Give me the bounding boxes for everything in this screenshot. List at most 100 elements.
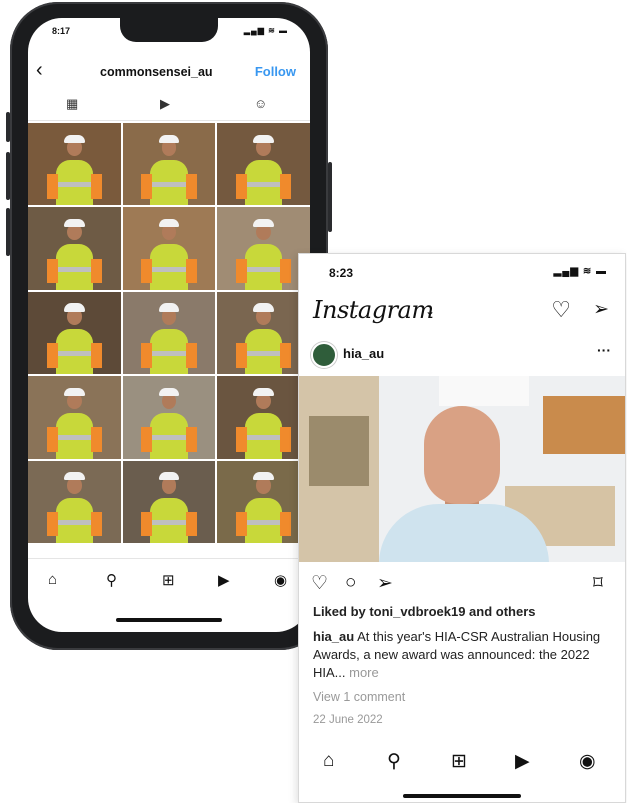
post-actions: ♡ ○ ➢ ⌑ xyxy=(299,572,625,596)
share-icon[interactable]: ➢ xyxy=(377,572,393,595)
avatar[interactable] xyxy=(311,342,337,368)
thumbnail-stripe xyxy=(150,182,188,188)
more-options-icon[interactable]: ··· xyxy=(597,342,611,358)
thumbnail-stripe xyxy=(55,266,93,272)
grid-thumbnail[interactable] xyxy=(28,123,121,206)
grid-thumbnail[interactable] xyxy=(122,291,216,375)
grid-icon[interactable]: ▦ xyxy=(66,96,78,112)
caption-username[interactable]: hia_au xyxy=(313,629,354,644)
post-header: hia_au ··· xyxy=(299,340,625,370)
caption-more-link[interactable]: more xyxy=(346,665,379,680)
phone-volume-up xyxy=(6,152,10,200)
add-post-icon[interactable]: ⊞ xyxy=(451,750,467,773)
home-icon[interactable]: ⌂ xyxy=(48,571,57,588)
thumbnail-sleeve xyxy=(235,258,247,284)
photo-window xyxy=(439,376,529,406)
home-icon[interactable]: ⌂ xyxy=(323,750,334,772)
photo-shelf xyxy=(309,416,369,486)
grid-thumbnail[interactable] xyxy=(217,123,310,206)
feed-screen: 8:23 ▂▄▆ ≋ ▬ Instagram ⌄ ♡ ➢ hia_au ··· … xyxy=(298,253,626,803)
thumbnail-sleeve xyxy=(141,511,153,537)
post-image[interactable] xyxy=(299,376,625,562)
grid-thumbnail[interactable] xyxy=(217,291,310,375)
thumbnail-stripe xyxy=(55,519,93,525)
likes-summary[interactable]: Liked by toni_vdbroek19 and others xyxy=(313,604,536,619)
thumbnail-sleeve xyxy=(141,174,153,199)
thumbnail-sleeve xyxy=(91,258,103,284)
thumbnail-hardhat xyxy=(64,134,85,143)
thumbnail-hardhat xyxy=(253,472,274,481)
thumbnail-sleeve xyxy=(280,427,292,453)
comment-icon[interactable]: ○ xyxy=(345,572,356,594)
view-comments-link[interactable]: View 1 comment xyxy=(313,690,405,704)
reels-nav-icon[interactable]: ▶ xyxy=(515,750,530,773)
activity-heart-icon[interactable]: ♡ xyxy=(551,297,571,323)
thumbnail-sleeve xyxy=(46,342,58,368)
thumbnail-sleeve xyxy=(185,427,197,453)
thumbnail-sleeve xyxy=(46,258,58,284)
thumbnail-hardhat xyxy=(253,134,274,143)
add-post-icon[interactable]: ⊞ xyxy=(162,571,175,589)
thumbnail-stripe xyxy=(245,435,283,441)
post-date: 22 June 2022 xyxy=(313,714,383,726)
profile-icon[interactable]: ◉ xyxy=(579,750,596,773)
thumbnail-sleeve xyxy=(280,511,292,537)
thumbnail-sleeve xyxy=(141,427,153,453)
thumbnail-sleeve xyxy=(91,342,103,368)
thumbnail-stripe xyxy=(150,519,188,525)
grid-thumbnail[interactable] xyxy=(217,207,310,290)
back-icon[interactable]: ‹ xyxy=(36,59,43,82)
thumbnail-sleeve xyxy=(141,342,153,368)
grid-thumbnail[interactable] xyxy=(28,207,121,290)
profile-icon[interactable]: ◉ xyxy=(274,571,287,589)
tagged-icon[interactable]: ☺ xyxy=(254,96,267,111)
thumbnail-stripe xyxy=(55,351,93,357)
post-caption: hia_au At this year's HIA-CSR Australian… xyxy=(313,628,613,682)
status-time: 8:17 xyxy=(52,26,71,36)
grid-thumbnail[interactable] xyxy=(122,460,216,543)
thumbnail-stripe xyxy=(245,182,283,188)
thumbnail-stripe xyxy=(55,435,93,441)
search-icon[interactable]: ⚲ xyxy=(106,571,117,589)
home-indicator xyxy=(403,794,521,798)
phone-volume-down xyxy=(6,208,10,256)
like-icon[interactable]: ♡ xyxy=(311,572,328,595)
direct-message-icon[interactable]: ➢ xyxy=(593,298,609,321)
grid-thumbnail[interactable] xyxy=(217,376,310,459)
thumbnail-sleeve xyxy=(46,174,58,199)
grid-thumbnail[interactable] xyxy=(122,123,216,206)
thumbnail-sleeve xyxy=(235,342,247,368)
home-indicator xyxy=(116,618,222,622)
thumbnail-stripe xyxy=(245,519,283,525)
grid-thumbnail[interactable] xyxy=(217,460,310,543)
save-icon[interactable]: ⌑ xyxy=(593,572,603,595)
thumbnail-sleeve xyxy=(235,174,247,199)
thumbnail-stripe xyxy=(245,266,283,272)
thumbnail-hardhat xyxy=(158,218,180,228)
thumbnail-hardhat xyxy=(64,387,85,396)
grid-thumbnail[interactable] xyxy=(28,291,121,375)
bottom-nav: ⌂ ⚲ ⊞ ▶ ◉ xyxy=(28,558,310,599)
thumbnail-hardhat xyxy=(253,387,274,396)
thumbnail-hardhat xyxy=(64,472,85,481)
thumbnail-sleeve xyxy=(185,258,197,284)
grid-thumbnail[interactable] xyxy=(122,376,216,459)
thumbnail-sleeve xyxy=(185,342,197,368)
reels-nav-icon[interactable]: ▶ xyxy=(218,571,230,589)
search-icon[interactable]: ⚲ xyxy=(387,750,401,773)
post-username[interactable]: hia_au xyxy=(343,346,384,361)
status-bar: 8:17 ▂▄▆ ≋ ▬ xyxy=(28,26,310,40)
grid-thumbnail[interactable] xyxy=(122,207,216,290)
thumbnail-sleeve xyxy=(280,258,292,284)
follow-button[interactable]: Follow xyxy=(255,64,296,79)
status-icons: ▂▄▆ ≋ ▬ xyxy=(553,266,607,277)
profile-header: ‹ commonsensei_au Follow xyxy=(28,56,310,86)
thumbnail-stripe xyxy=(150,351,188,357)
instagram-logo[interactable]: Instagram xyxy=(313,296,434,324)
thumbnail-hardhat xyxy=(253,218,274,228)
grid-thumbnail[interactable] xyxy=(28,460,121,543)
grid-thumbnail[interactable] xyxy=(28,376,121,459)
chevron-down-icon[interactable]: ⌄ xyxy=(425,304,435,318)
reels-icon[interactable]: ▶ xyxy=(160,96,170,112)
profile-tabs: ▦ ▶ ☺ xyxy=(28,90,310,121)
